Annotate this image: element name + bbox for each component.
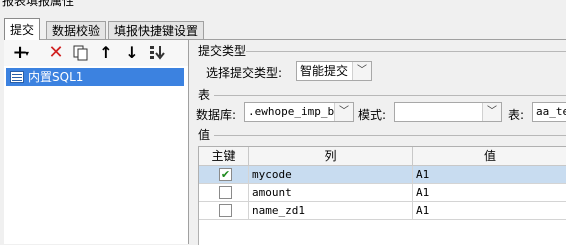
value-cell[interactable]: A1 <box>413 184 566 201</box>
column-cell[interactable]: amount <box>249 184 413 201</box>
values-section-label: 值 <box>198 128 211 142</box>
table-name-input[interactable]: aa_te <box>532 102 566 122</box>
column-header-column[interactable]: 列 <box>249 147 413 165</box>
arrow-down-icon: ↓ <box>125 43 139 62</box>
table-label: 表: <box>508 108 525 122</box>
database-label: 数据库: <box>196 108 237 122</box>
column-cell[interactable]: mycode <box>249 166 413 183</box>
sql-table-icon <box>10 71 24 83</box>
submit-type-section-label: 提交类型 <box>198 44 247 58</box>
tab-data-validation[interactable]: 数据校验 <box>46 21 107 39</box>
red-x-icon: ✕ <box>48 42 64 63</box>
values-table: 主键 列 值 ✔ mycode A1 amount A1 name_zd1 A1 <box>198 146 566 245</box>
tab-shortcut-settings[interactable]: 填报快捷键设置 <box>108 21 205 39</box>
key-cell <box>199 184 249 201</box>
table-row[interactable]: name_zd1 A1 <box>199 202 566 220</box>
tab-submit[interactable]: 提交 <box>4 18 41 40</box>
table-section-separator <box>214 95 566 96</box>
move-to-bottom-button[interactable] <box>148 43 168 63</box>
chevron-down-icon: ▾ <box>25 49 30 58</box>
database-select[interactable]: .ewhope_imp_bd ﹀ <box>244 102 354 122</box>
values-section-separator <box>214 135 566 136</box>
sql-list-panel: + ▾ ✕ ↑ ↓ 内置SQL1 <box>4 40 189 244</box>
copy-icon <box>73 45 88 61</box>
schema-label: 模式: <box>358 108 387 122</box>
submit-type-separator <box>246 51 566 52</box>
schema-select[interactable]: ﹀ <box>394 102 502 122</box>
value-cell[interactable]: A1 <box>413 166 566 183</box>
column-cell[interactable]: name_zd1 <box>249 202 413 219</box>
key-cell: ✔ <box>199 166 249 183</box>
tree-item-sql1[interactable]: 内置SQL1 <box>6 68 184 86</box>
column-header-value[interactable]: 值 <box>413 147 566 165</box>
add-button[interactable]: + ▾ <box>10 43 30 63</box>
key-cell <box>199 202 249 219</box>
table-name-value: aa_te <box>536 105 566 118</box>
submit-settings-panel: 提交类型 选择提交类型: 智能提交 ﹀ 表 数据库: .ewhope_imp_b… <box>190 40 566 245</box>
table-row[interactable]: ✔ mycode A1 <box>199 166 566 184</box>
table-row[interactable]: amount A1 <box>199 184 566 202</box>
primary-key-checkbox[interactable] <box>219 204 232 217</box>
table-section-label: 表 <box>198 88 211 102</box>
delete-button[interactable]: ✕ <box>46 43 66 63</box>
window-title: 报表填报属性 <box>2 0 75 8</box>
submit-type-label: 选择提交类型: <box>206 66 283 80</box>
copy-button[interactable] <box>70 43 90 63</box>
submit-type-select[interactable]: 智能提交 ﹀ <box>296 61 372 81</box>
submit-type-value: 智能提交 <box>300 64 349 78</box>
database-value: .ewhope_imp_bd <box>248 105 341 118</box>
value-cell[interactable]: A1 <box>413 202 566 219</box>
arrow-up-icon: ↑ <box>99 43 113 62</box>
sql-tree: 内置SQL1 <box>4 66 188 244</box>
primary-key-checkbox[interactable]: ✔ <box>219 168 232 181</box>
chevron-down-icon[interactable]: ﹀ <box>482 103 501 121</box>
tab-bar: 提交 数据校验 填报快捷键设置 <box>4 18 566 40</box>
check-icon: ✔ <box>220 168 231 181</box>
tree-item-label: 内置SQL1 <box>28 70 84 84</box>
chevron-down-icon[interactable]: ﹀ <box>334 103 353 121</box>
column-header-key[interactable]: 主键 <box>199 147 249 165</box>
chevron-down-icon[interactable]: ﹀ <box>352 62 371 80</box>
primary-key-checkbox[interactable] <box>219 186 232 199</box>
sql-toolbar: + ▾ ✕ ↑ ↓ <box>4 40 188 66</box>
move-up-button[interactable]: ↑ <box>96 43 116 63</box>
move-down-button[interactable]: ↓ <box>122 43 142 63</box>
table-header: 主键 列 值 <box>199 147 566 166</box>
move-down-list-icon <box>150 46 165 60</box>
